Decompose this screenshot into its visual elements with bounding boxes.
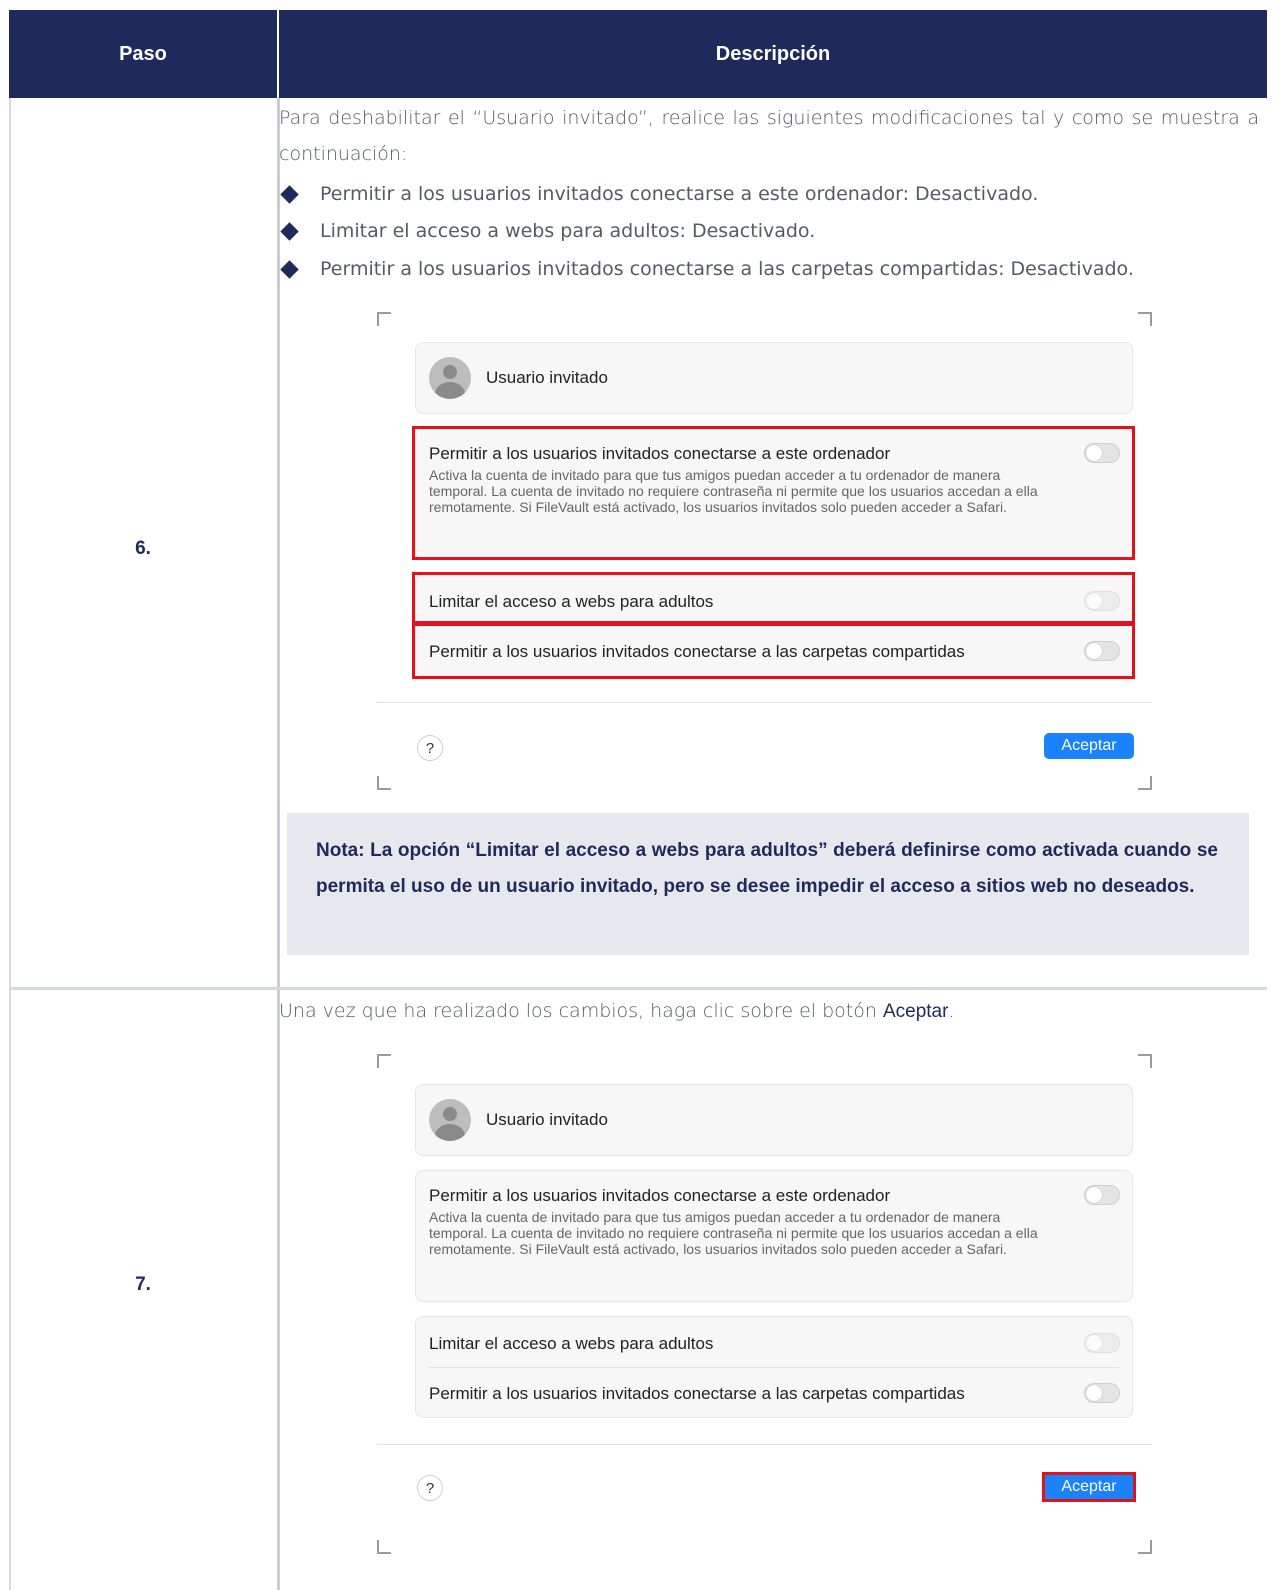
guest-user-dialog-step6: Usuario invitado Permitir a los usuarios…: [377, 312, 1152, 790]
adult-sites-toggle[interactable]: [1084, 1333, 1120, 1353]
bullet-text: Permitir a los usuarios invitados conect…: [320, 258, 1134, 280]
help-button[interactable]: ?: [417, 735, 443, 761]
step6-bullet: Limitar el acceso a webs para adultos: D…: [279, 213, 815, 249]
accept-button[interactable]: Aceptar: [1042, 1472, 1136, 1502]
user-avatar-icon: [429, 357, 471, 399]
table-header: Paso Descripción: [9, 10, 1267, 98]
step6-bullet: Permitir a los usuarios invitados conect…: [279, 251, 1134, 287]
dialog-corner: [1138, 1540, 1152, 1554]
dialog-corner: [1138, 1054, 1152, 1068]
step6-intro: Para deshabilitar el “Usuario invitado”,…: [279, 107, 1259, 165]
user-name: Usuario invitado: [486, 368, 608, 387]
bullet-text: Limitar el acceso a webs para adultos: D…: [320, 220, 816, 242]
dialog-corner: [1138, 312, 1152, 326]
dialog-corner: [1138, 776, 1152, 790]
step-number-6: 6.: [135, 538, 151, 559]
option-guest-login-title: Permitir a los usuarios invitados conect…: [429, 1186, 891, 1205]
dialog-corner: [377, 776, 391, 790]
option-card-restrictions: Limitar el acceso a webs para adultos Pe…: [415, 1316, 1133, 1418]
option-card-guest-login: Permitir a los usuarios invitados conect…: [415, 1170, 1133, 1302]
step7-text-bold: Aceptar: [882, 1001, 949, 1022]
highlight-box: [412, 623, 1135, 679]
guest-login-toggle[interactable]: [1084, 1185, 1120, 1205]
option-shared-folders-title: Permitir a los usuarios invitados conect…: [429, 1384, 965, 1403]
dialog-corner: [377, 312, 391, 326]
note-text: Nota: La opción “Limitar el acceso a web…: [316, 840, 1218, 897]
dialog-corner: [377, 1054, 391, 1068]
step7-text-before: Una vez que ha realizado los cambios, ha…: [279, 1000, 883, 1022]
help-button[interactable]: ?: [417, 1475, 443, 1501]
left-border: [9, 98, 11, 1590]
note-box: Nota: La opción “Limitar el acceso a web…: [287, 813, 1249, 955]
bullet-diamond-icon: [280, 221, 299, 241]
footer-divider: [377, 1444, 1152, 1445]
step6-bullet: Permitir a los usuarios invitados conect…: [279, 176, 1038, 212]
user-card: Usuario invitado: [415, 342, 1133, 414]
user-name: Usuario invitado: [486, 1110, 608, 1129]
header-description: Descripción: [715, 42, 831, 65]
header-step: Paso: [119, 42, 167, 65]
user-card: Usuario invitado: [415, 1084, 1133, 1156]
bullet-diamond-icon: [280, 259, 299, 279]
guest-user-dialog-step7: Usuario invitado Permitir a los usuarios…: [377, 1054, 1152, 1554]
row-divider: [9, 987, 1267, 990]
option-adult-sites-title: Limitar el acceso a webs para adultos: [429, 1334, 714, 1353]
dialog-corner: [377, 1540, 391, 1554]
step-number-7: 7.: [135, 1274, 151, 1295]
user-avatar-icon: [429, 1099, 471, 1141]
highlight-box: [412, 572, 1135, 624]
shared-folders-toggle[interactable]: [1084, 1383, 1120, 1403]
highlight-box: [412, 426, 1135, 560]
column-divider: [277, 98, 280, 1590]
option-divider: [429, 1367, 1119, 1368]
footer-divider: [377, 702, 1152, 703]
bullet-text: Permitir a los usuarios invitados conect…: [320, 183, 1039, 205]
bullet-diamond-icon: [280, 184, 299, 204]
option-guest-login-description: Activa la cuenta de invitado para que tu…: [429, 1209, 1038, 1257]
step7-text: Una vez que ha realizado los cambios, ha…: [279, 993, 1259, 1030]
step7-text-after: .: [948, 1000, 955, 1022]
accept-button[interactable]: Aceptar: [1044, 733, 1134, 759]
